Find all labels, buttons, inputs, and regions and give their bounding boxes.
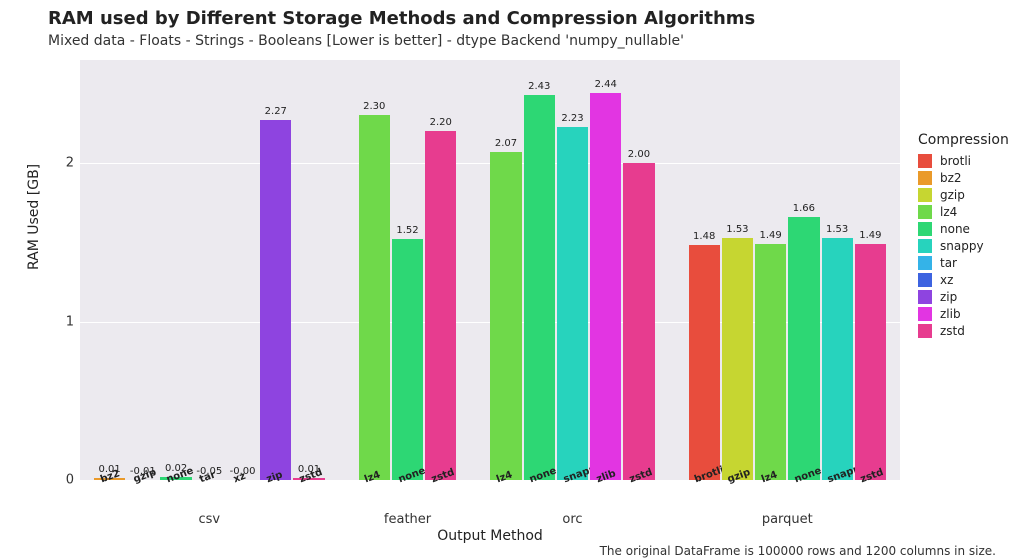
legend-label: tar [940, 256, 957, 270]
legend-label: none [940, 222, 970, 236]
bar-feather-lz4 [359, 115, 390, 480]
bar-csv-zip [260, 120, 291, 480]
legend-label: xz [940, 273, 953, 287]
legend-label: lz4 [940, 205, 957, 219]
legend-label: gzip [940, 188, 965, 202]
legend-swatch [918, 290, 932, 304]
legend-swatch [918, 205, 932, 219]
group-label-parquet: parquet [762, 512, 813, 527]
bar-parquet-lz4 [755, 244, 786, 480]
bar-parquet-zstd [855, 244, 886, 480]
legend-label: zstd [940, 324, 965, 338]
legend-item-snappy: snappy [918, 239, 1009, 253]
bar-value-label: 2.30 [354, 101, 394, 112]
legend-item-lz4: lz4 [918, 205, 1009, 219]
legend-swatch [918, 324, 932, 338]
legend-item-tar: tar [918, 256, 1009, 270]
legend-item-zip: zip [918, 290, 1009, 304]
legend-item-none: none [918, 222, 1009, 236]
legend-swatch [918, 154, 932, 168]
bar-value-label: 1.52 [388, 225, 428, 236]
legend-title: Compression [918, 132, 1009, 148]
y-tick-label: 1 [48, 314, 74, 329]
bar-orc-none [524, 95, 555, 480]
legend-item-zstd: zstd [918, 324, 1009, 338]
legend-label: zip [940, 290, 957, 304]
bar-value-label: 1.49 [850, 230, 890, 241]
legend-swatch [918, 273, 932, 287]
chart-title: RAM used by Different Storage Methods an… [48, 8, 755, 29]
bar-orc-zlib [590, 93, 621, 480]
bar-feather-none [392, 239, 423, 480]
legend-label: zlib [940, 307, 961, 321]
bar-orc-zstd [623, 163, 654, 480]
legend-label: snappy [940, 239, 984, 253]
group-label-csv: csv [199, 512, 221, 527]
bar-feather-zstd [425, 131, 456, 480]
legend-item-bz2: bz2 [918, 171, 1009, 185]
x-axis-label: Output Method [80, 528, 900, 544]
chart-subtitle: Mixed data - Floats - Strings - Booleans… [48, 33, 684, 49]
y-tick-label: 2 [48, 156, 74, 171]
legend-swatch [918, 222, 932, 236]
legend: Compression brotli bz2 gzip lz4 none snappy ta… [918, 132, 1009, 341]
bar-parquet-snappy [822, 238, 853, 480]
bar-value-label: 2.27 [256, 106, 296, 117]
bar-value-label: 1.66 [784, 203, 824, 214]
bar-value-label: 2.20 [421, 117, 461, 128]
bar-compression-label: xz [232, 471, 247, 486]
legend-swatch [918, 256, 932, 270]
legend-item-xz: xz [918, 273, 1009, 287]
y-axis-label: RAM Used [GB] [26, 164, 42, 270]
bar-value-label: 2.07 [486, 138, 526, 149]
bar-parquet-none [788, 217, 819, 480]
legend-swatch [918, 307, 932, 321]
legend-swatch [918, 171, 932, 185]
bar-orc-snappy [557, 127, 588, 480]
ram-usage-chart: { "title": "RAM used by Different Storag… [0, 0, 1024, 558]
legend-item-brotli: brotli [918, 154, 1009, 168]
y-tick-label: 0 [48, 473, 74, 488]
bar-orc-lz4 [490, 152, 521, 480]
chart-caption: The original DataFrame is 100000 rows an… [600, 544, 996, 558]
bar-parquet-gzip [722, 238, 753, 480]
plot-area: 0120.01bz2-0.01gzip0.02none-0.05tar-0.00… [80, 60, 900, 480]
legend-item-zlib: zlib [918, 307, 1009, 321]
legend-label: brotli [940, 154, 971, 168]
bar-value-label: 2.00 [619, 149, 659, 160]
legend-label: bz2 [940, 171, 962, 185]
bar-value-label: 2.23 [552, 113, 592, 124]
bar-parquet-brotli [689, 245, 720, 480]
bar-value-label: 1.49 [751, 230, 791, 241]
legend-item-gzip: gzip [918, 188, 1009, 202]
bar-value-label: 2.44 [586, 79, 626, 90]
group-label-orc: orc [562, 512, 582, 527]
legend-swatch [918, 239, 932, 253]
group-label-feather: feather [384, 512, 431, 527]
legend-swatch [918, 188, 932, 202]
bar-value-label: 2.43 [519, 81, 559, 92]
